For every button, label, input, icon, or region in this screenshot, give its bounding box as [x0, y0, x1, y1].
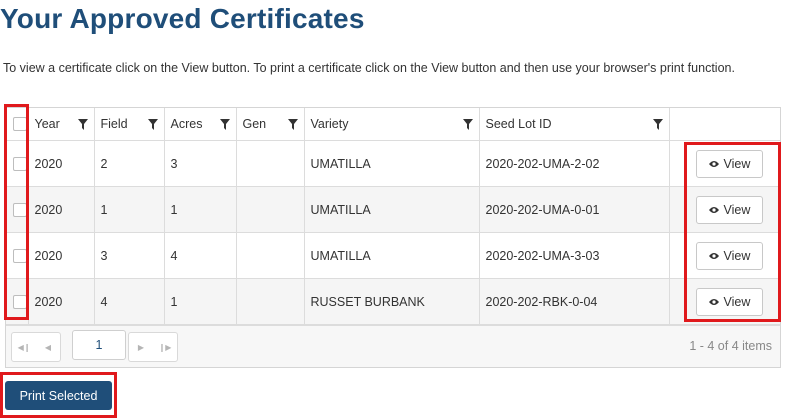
- cell-acres: 1: [164, 186, 237, 233]
- select-all-cell: [6, 108, 29, 141]
- cell-actions: View: [669, 232, 780, 279]
- column-label: Variety: [310, 117, 349, 131]
- cell-seed-lot-id: 2020-202-UMA-0-01: [479, 186, 670, 233]
- cell-field: 4: [94, 278, 165, 325]
- pager-info: 1 - 4 of 4 items: [689, 339, 772, 353]
- instructions-text: To view a certificate click on the View …: [3, 61, 735, 75]
- print-selected-button[interactable]: Print Selected: [5, 381, 112, 410]
- row-select-cell: [6, 278, 29, 325]
- cell-field: 1: [94, 186, 165, 233]
- table-row: 2020 1 1 UMATILLA 2020-202-UMA-0-01 View: [6, 186, 780, 233]
- row-select-cell: [6, 140, 29, 187]
- cell-gen: [236, 278, 305, 325]
- column-header-acres[interactable]: Acres: [164, 108, 237, 141]
- cell-seed-lot-id: 2020-202-UMA-3-03: [479, 232, 670, 279]
- pager-next-group: ▶ ❙▶: [128, 332, 178, 362]
- view-button-label: View: [723, 294, 751, 309]
- filter-icon[interactable]: [77, 118, 88, 130]
- cell-actions: View: [669, 140, 780, 187]
- column-label: Gen: [242, 117, 267, 131]
- eye-icon: [708, 206, 719, 213]
- column-header-year[interactable]: Year: [28, 108, 95, 141]
- row-select-cell: [6, 232, 29, 279]
- cell-actions: View: [669, 278, 780, 325]
- view-button[interactable]: View: [695, 195, 764, 224]
- cell-acres: 4: [164, 232, 237, 279]
- eye-icon: [708, 252, 719, 259]
- column-label: Year: [34, 117, 60, 131]
- cell-gen: [236, 186, 305, 233]
- eye-icon: [708, 298, 719, 305]
- prev-page-icon[interactable]: ◀: [36, 333, 60, 361]
- cell-year: 2020: [28, 140, 95, 187]
- column-label: Seed Lot ID: [485, 117, 552, 131]
- row-checkbox[interactable]: [13, 156, 27, 171]
- column-label: Field: [100, 117, 128, 131]
- cell-variety: RUSSET BURBANK: [304, 278, 480, 325]
- cell-field: 2: [94, 140, 165, 187]
- cell-year: 2020: [28, 232, 95, 279]
- table-row: 2020 4 1 RUSSET BURBANK 2020-202-RBK-0-0…: [6, 278, 780, 325]
- certificates-table: Year Field Acres Gen Variety Seed Lot ID…: [6, 108, 780, 325]
- cell-year: 2020: [28, 278, 95, 325]
- next-page-icon[interactable]: ▶: [129, 333, 153, 361]
- pager-current-page[interactable]: 1: [72, 330, 126, 360]
- filter-icon[interactable]: [462, 118, 473, 130]
- cell-acres: 3: [164, 140, 237, 187]
- page-title: Your Approved Certificates: [0, 3, 365, 34]
- filter-icon[interactable]: [287, 118, 298, 130]
- column-label: Acres: [170, 117, 203, 131]
- column-header-seed-lot-id[interactable]: Seed Lot ID: [479, 108, 670, 141]
- table-row: 2020 2 3 UMATILLA 2020-202-UMA-2-02 View: [6, 140, 780, 187]
- view-button-label: View: [723, 202, 751, 217]
- grid-pager: ◀❙ ◀ 1 ▶ ❙▶ 1 - 4 of 4 items: [6, 325, 780, 367]
- cell-gen: [236, 232, 305, 279]
- row-select-cell: [6, 186, 29, 233]
- cell-variety: UMATILLA: [304, 186, 480, 233]
- filter-icon[interactable]: [147, 118, 158, 130]
- cell-seed-lot-id: 2020-202-RBK-0-04: [479, 278, 670, 325]
- view-button[interactable]: View: [695, 241, 764, 270]
- cell-acres: 1: [164, 278, 237, 325]
- row-checkbox[interactable]: [13, 202, 27, 217]
- header-row: Year Field Acres Gen Variety Seed Lot ID: [6, 108, 780, 141]
- view-button-label: View: [723, 156, 751, 171]
- column-header-gen[interactable]: Gen: [236, 108, 305, 141]
- certificates-grid: Year Field Acres Gen Variety Seed Lot ID…: [5, 107, 781, 368]
- cell-seed-lot-id: 2020-202-UMA-2-02: [479, 140, 670, 187]
- cell-variety: UMATILLA: [304, 140, 480, 187]
- select-all-checkbox[interactable]: [13, 117, 27, 132]
- view-button[interactable]: View: [695, 287, 764, 316]
- cell-year: 2020: [28, 186, 95, 233]
- filter-icon[interactable]: [652, 118, 663, 130]
- row-checkbox[interactable]: [13, 248, 27, 263]
- last-page-icon[interactable]: ❙▶: [153, 333, 177, 361]
- column-header-field[interactable]: Field: [94, 108, 165, 141]
- first-page-icon[interactable]: ◀❙: [12, 333, 36, 361]
- column-header-actions: [669, 108, 780, 141]
- view-button[interactable]: View: [695, 149, 764, 178]
- eye-icon: [708, 160, 719, 167]
- pager-prev-group: ◀❙ ◀: [11, 332, 61, 362]
- cell-variety: UMATILLA: [304, 232, 480, 279]
- cell-gen: [236, 140, 305, 187]
- cell-actions: View: [669, 186, 780, 233]
- column-header-variety[interactable]: Variety: [304, 108, 480, 141]
- row-checkbox[interactable]: [13, 294, 27, 309]
- filter-icon[interactable]: [219, 118, 230, 130]
- table-row: 2020 3 4 UMATILLA 2020-202-UMA-3-03 View: [6, 232, 780, 279]
- cell-field: 3: [94, 232, 165, 279]
- view-button-label: View: [723, 248, 751, 263]
